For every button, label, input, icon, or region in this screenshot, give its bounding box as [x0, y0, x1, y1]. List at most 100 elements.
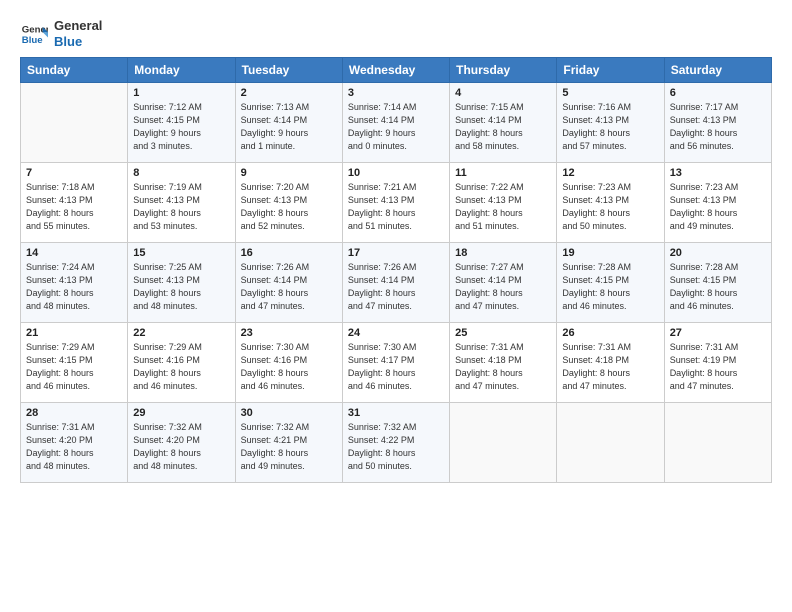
calendar-cell: 13 Sunrise: 7:23 AM Sunset: 4:13 PM Dayli… — [664, 163, 771, 243]
svg-text:Blue: Blue — [22, 34, 43, 45]
day-number: 5 — [562, 87, 658, 99]
day-number: 26 — [562, 327, 658, 339]
day-info: Sunrise: 7:29 AM Sunset: 4:16 PM Dayligh… — [133, 341, 229, 393]
day-info: Sunrise: 7:21 AM Sunset: 4:13 PM Dayligh… — [348, 181, 444, 233]
calendar-cell: 25Sunrise: 7:31 AM Sunset: 4:18 PM Dayli… — [450, 323, 557, 403]
weekday-header: Sunday — [21, 58, 128, 83]
calendar-cell: 28Sunrise: 7:31 AM Sunset: 4:20 PM Dayli… — [21, 403, 128, 483]
day-info: Sunrise: 7:31 AM Sunset: 4:18 PM Dayligh… — [562, 341, 658, 393]
day-number: 16 — [241, 247, 337, 259]
day-number: 22 — [133, 327, 229, 339]
day-number: 6 — [670, 87, 766, 99]
day-info: Sunrise: 7:12 AM Sunset: 4:15 PM Dayligh… — [133, 101, 229, 153]
page-container: General Blue GeneralBlue SundayMondayTue… — [0, 0, 792, 493]
calendar-cell: 6 Sunrise: 7:17 AM Sunset: 4:13 PM Daylig… — [664, 83, 771, 163]
day-info: Sunrise: 7:31 AM Sunset: 4:18 PM Dayligh… — [455, 341, 551, 393]
day-number: 4 — [455, 87, 551, 99]
calendar-cell: 14Sunrise: 7:24 AM Sunset: 4:13 PM Dayli… — [21, 243, 128, 323]
calendar-week-row: 28Sunrise: 7:31 AM Sunset: 4:20 PM Dayli… — [21, 403, 772, 483]
day-number: 2 — [241, 87, 337, 99]
day-info: Sunrise: 7:25 AM Sunset: 4:13 PM Dayligh… — [133, 261, 229, 313]
calendar-body: 1 Sunrise: 7:12 AM Sunset: 4:15 PM Daylig… — [21, 83, 772, 483]
calendar-cell: 31Sunrise: 7:32 AM Sunset: 4:22 PM Dayli… — [342, 403, 449, 483]
day-info: Sunrise: 7:28 AM Sunset: 4:15 PM Dayligh… — [562, 261, 658, 313]
day-info: Sunrise: 7:19 AM Sunset: 4:13 PM Dayligh… — [133, 181, 229, 233]
weekday-header: Thursday — [450, 58, 557, 83]
day-number: 31 — [348, 407, 444, 419]
weekday-header: Friday — [557, 58, 664, 83]
day-info: Sunrise: 7:23 AM Sunset: 4:13 PM Dayligh… — [670, 181, 766, 233]
day-info: Sunrise: 7:23 AM Sunset: 4:13 PM Dayligh… — [562, 181, 658, 233]
day-info: Sunrise: 7:13 AM Sunset: 4:14 PM Dayligh… — [241, 101, 337, 153]
calendar-week-row: 1 Sunrise: 7:12 AM Sunset: 4:15 PM Daylig… — [21, 83, 772, 163]
day-info: Sunrise: 7:16 AM Sunset: 4:13 PM Dayligh… — [562, 101, 658, 153]
day-info: Sunrise: 7:24 AM Sunset: 4:13 PM Dayligh… — [26, 261, 122, 313]
day-number: 24 — [348, 327, 444, 339]
calendar-cell: 18Sunrise: 7:27 AM Sunset: 4:14 PM Dayli… — [450, 243, 557, 323]
calendar-cell: 3 Sunrise: 7:14 AM Sunset: 4:14 PM Daylig… — [342, 83, 449, 163]
calendar-cell: 23 Sunrise: 7:30 AM Sunset: 4:16 PM Dayli… — [235, 323, 342, 403]
day-number: 11 — [455, 167, 551, 179]
day-info: Sunrise: 7:32 AM Sunset: 4:20 PM Dayligh… — [133, 421, 229, 473]
weekday-row: SundayMondayTuesdayWednesdayThursdayFrid… — [21, 58, 772, 83]
day-number: 20 — [670, 247, 766, 259]
weekday-header: Wednesday — [342, 58, 449, 83]
day-info: Sunrise: 7:30 AM Sunset: 4:16 PM Dayligh… — [241, 341, 337, 393]
weekday-header: Saturday — [664, 58, 771, 83]
calendar-cell: 8 Sunrise: 7:19 AM Sunset: 4:13 PM Daylig… — [128, 163, 235, 243]
day-info: Sunrise: 7:17 AM Sunset: 4:13 PM Dayligh… — [670, 101, 766, 153]
day-number: 21 — [26, 327, 122, 339]
day-info: Sunrise: 7:31 AM Sunset: 4:19 PM Dayligh… — [670, 341, 766, 393]
calendar-cell: 1 Sunrise: 7:12 AM Sunset: 4:15 PM Daylig… — [128, 83, 235, 163]
logo: General Blue GeneralBlue — [20, 18, 102, 49]
calendar-cell — [664, 403, 771, 483]
calendar-cell: 21 Sunrise: 7:29 AM Sunset: 4:15 PM Dayli… — [21, 323, 128, 403]
calendar-header: SundayMondayTuesdayWednesdayThursdayFrid… — [21, 58, 772, 83]
day-number: 23 — [241, 327, 337, 339]
day-number: 27 — [670, 327, 766, 339]
day-info: Sunrise: 7:32 AM Sunset: 4:21 PM Dayligh… — [241, 421, 337, 473]
header: General Blue GeneralBlue — [20, 18, 772, 49]
day-number: 15 — [133, 247, 229, 259]
day-info: Sunrise: 7:20 AM Sunset: 4:13 PM Dayligh… — [241, 181, 337, 233]
calendar-cell: 7 Sunrise: 7:18 AM Sunset: 4:13 PM Daylig… — [21, 163, 128, 243]
day-number: 17 — [348, 247, 444, 259]
calendar-cell: 19 Sunrise: 7:28 AM Sunset: 4:15 PM Dayli… — [557, 243, 664, 323]
day-info: Sunrise: 7:22 AM Sunset: 4:13 PM Dayligh… — [455, 181, 551, 233]
calendar-cell: 16Sunrise: 7:26 AM Sunset: 4:14 PM Dayli… — [235, 243, 342, 323]
day-info: Sunrise: 7:15 AM Sunset: 4:14 PM Dayligh… — [455, 101, 551, 153]
day-number: 1 — [133, 87, 229, 99]
calendar-cell: 11 Sunrise: 7:22 AM Sunset: 4:13 PM Dayli… — [450, 163, 557, 243]
day-number: 3 — [348, 87, 444, 99]
weekday-header: Monday — [128, 58, 235, 83]
calendar-cell — [557, 403, 664, 483]
day-number: 12 — [562, 167, 658, 179]
calendar-cell: 4 Sunrise: 7:15 AM Sunset: 4:14 PM Daylig… — [450, 83, 557, 163]
calendar-week-row: 7 Sunrise: 7:18 AM Sunset: 4:13 PM Daylig… — [21, 163, 772, 243]
logo-text: GeneralBlue — [54, 18, 102, 49]
day-info: Sunrise: 7:18 AM Sunset: 4:13 PM Dayligh… — [26, 181, 122, 233]
day-number: 18 — [455, 247, 551, 259]
calendar-cell: 12 Sunrise: 7:23 AM Sunset: 4:13 PM Dayli… — [557, 163, 664, 243]
day-info: Sunrise: 7:30 AM Sunset: 4:17 PM Dayligh… — [348, 341, 444, 393]
day-number: 7 — [26, 167, 122, 179]
day-number: 30 — [241, 407, 337, 419]
calendar-table: SundayMondayTuesdayWednesdayThursdayFrid… — [20, 57, 772, 483]
day-info: Sunrise: 7:28 AM Sunset: 4:15 PM Dayligh… — [670, 261, 766, 313]
day-number: 8 — [133, 167, 229, 179]
calendar-cell: 10Sunrise: 7:21 AM Sunset: 4:13 PM Dayli… — [342, 163, 449, 243]
day-number: 13 — [670, 167, 766, 179]
day-number: 28 — [26, 407, 122, 419]
calendar-cell: 5 Sunrise: 7:16 AM Sunset: 4:13 PM Daylig… — [557, 83, 664, 163]
calendar-cell — [21, 83, 128, 163]
calendar-cell — [450, 403, 557, 483]
day-info: Sunrise: 7:14 AM Sunset: 4:14 PM Dayligh… — [348, 101, 444, 153]
weekday-header: Tuesday — [235, 58, 342, 83]
day-number: 19 — [562, 247, 658, 259]
day-number: 9 — [241, 167, 337, 179]
calendar-week-row: 14Sunrise: 7:24 AM Sunset: 4:13 PM Dayli… — [21, 243, 772, 323]
day-info: Sunrise: 7:29 AM Sunset: 4:15 PM Dayligh… — [26, 341, 122, 393]
calendar-cell: 9 Sunrise: 7:20 AM Sunset: 4:13 PM Daylig… — [235, 163, 342, 243]
day-info: Sunrise: 7:26 AM Sunset: 4:14 PM Dayligh… — [348, 261, 444, 313]
calendar-cell: 24 Sunrise: 7:30 AM Sunset: 4:17 PM Dayli… — [342, 323, 449, 403]
